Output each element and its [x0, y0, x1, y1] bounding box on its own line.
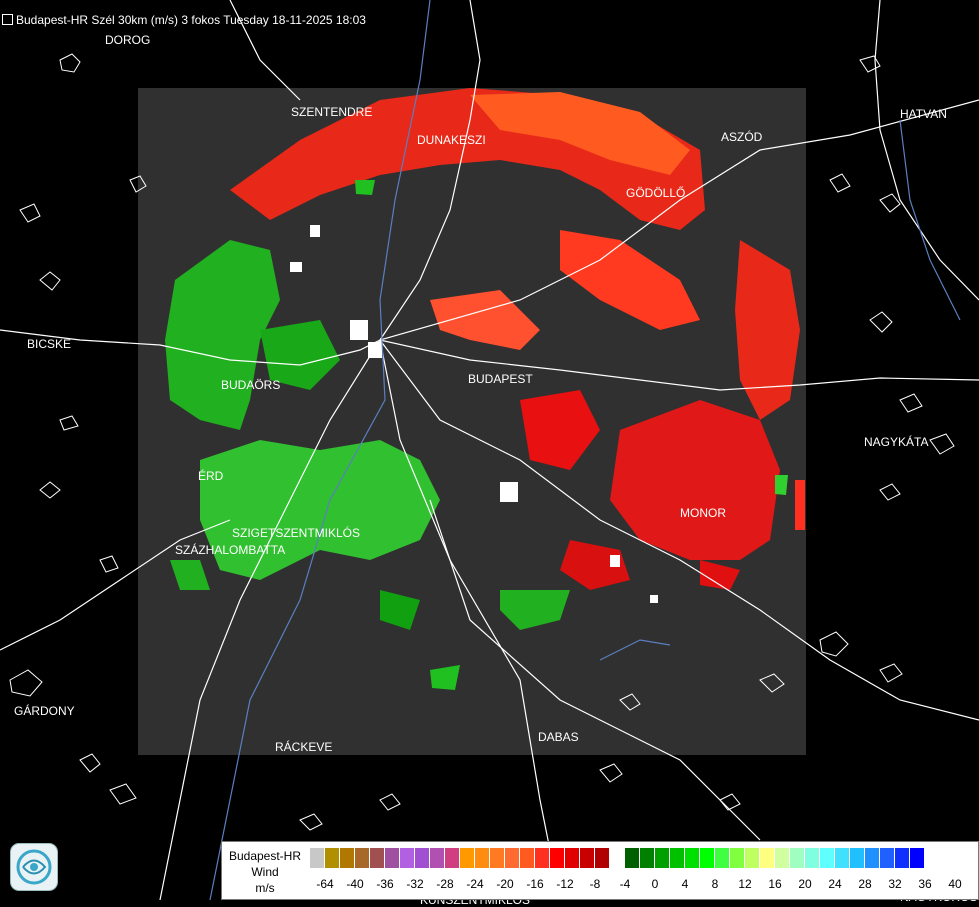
legend-swatch	[370, 848, 385, 868]
legend-tick-label: -4	[619, 877, 631, 891]
city-label: BUDAÖRS	[221, 378, 281, 392]
legend-swatch	[400, 848, 415, 868]
legend-swatch	[790, 848, 805, 868]
legend-tick-label: 4	[681, 877, 689, 891]
legend-ticks: -64 -40 -36 -32 -28 -24 -20 -16 -12 -8 -4 0 4 8 12 16 20…	[310, 877, 975, 891]
legend-tick-label: -28	[436, 877, 454, 891]
legend-swatch	[310, 848, 325, 868]
legend-swatch	[640, 848, 655, 868]
legend-tick-label: 12	[738, 877, 752, 891]
legend-swatch	[655, 848, 670, 868]
legend-swatch	[625, 848, 640, 868]
legend-swatch	[730, 848, 745, 868]
city-label: SZIGETSZENTMIKLÓS	[232, 526, 361, 540]
legend-swatch	[910, 848, 925, 868]
city-label: DABAS	[538, 730, 579, 744]
legend-tick-label: -20	[496, 877, 514, 891]
legend: Budapest-HR Wind m/s -64 -40 -36 -32 -28 -24-…	[221, 841, 979, 900]
legend-swatch	[715, 848, 730, 868]
city-label: SZENTENDRE	[291, 105, 373, 119]
legend-swatch	[475, 848, 490, 868]
legend-swatch	[880, 848, 895, 868]
city-label: BUDAPEST	[468, 372, 533, 386]
legend-tick-label: -32	[406, 877, 424, 891]
legend-tick-label: -64	[316, 877, 334, 891]
legend-swatch	[775, 848, 790, 868]
legend-swatch	[805, 848, 820, 868]
legend-tick-label: -36	[376, 877, 394, 891]
legend-tick-label: 0	[651, 877, 659, 891]
legend-tick-label: -40	[346, 877, 364, 891]
city-label: NAGYKÁTA	[864, 435, 929, 449]
legend-swatch	[850, 848, 865, 868]
legend-tick-label: -8	[589, 877, 601, 891]
legend-tick-label: -24	[466, 877, 484, 891]
legend-color-scale	[310, 848, 925, 868]
legend-swatch	[565, 848, 580, 868]
city-label: MONOR	[680, 506, 726, 520]
legend-tick-label: 8	[711, 877, 719, 891]
city-label: ÉRD	[198, 469, 224, 483]
city-label: DOROG	[105, 33, 151, 47]
radar-map	[0, 0, 979, 900]
legend-swatch	[325, 848, 340, 868]
legend-swatch	[895, 848, 910, 868]
city-label: ASZÓD	[721, 130, 763, 144]
city-label: GÖDÖLLŐ	[626, 186, 686, 200]
legend-swatch	[745, 848, 760, 868]
legend-swatch	[835, 848, 850, 868]
city-label: DUNAKESZI	[417, 133, 486, 147]
legend-swatch	[535, 848, 550, 868]
city-label: GÁRDONY	[14, 704, 75, 718]
legend-swatch	[445, 848, 460, 868]
city-label: SZÁZHALOMBATTA	[175, 543, 286, 557]
legend-swatch	[820, 848, 835, 868]
legend-swatch	[490, 848, 505, 868]
map-title: Budapest-HR Szél 30km (m/s) 3 fokos Tues…	[2, 13, 366, 27]
legend-radar-name: Budapest-HR	[228, 849, 302, 863]
legend-swatch	[700, 848, 715, 868]
legend-tick-label: 40	[948, 877, 962, 891]
legend-swatch	[460, 848, 475, 868]
legend-swatch	[550, 848, 565, 868]
legend-swatch	[340, 848, 355, 868]
legend-tick-label: 16	[768, 877, 782, 891]
legend-unit: m/s	[255, 881, 275, 895]
legend-tick-label: -12	[556, 877, 574, 891]
legend-tick-label: 28	[858, 877, 872, 891]
legend-swatch	[385, 848, 400, 868]
logo-icon	[10, 843, 58, 891]
map-title-text: Budapest-HR Szél 30km (m/s) 3 fokos Tues…	[16, 13, 366, 27]
legend-swatch	[685, 848, 700, 868]
legend-swatch	[520, 848, 535, 868]
legend-tick-label: 24	[828, 877, 842, 891]
legend-swatch	[430, 848, 445, 868]
legend-swatch	[760, 848, 775, 868]
legend-swatch	[415, 848, 430, 868]
legend-tick-label: -16	[526, 877, 544, 891]
legend-tick-label: 36	[918, 877, 932, 891]
legend-swatch	[595, 848, 610, 868]
city-label: BICSKE	[27, 337, 72, 351]
legend-swatch	[505, 848, 520, 868]
city-label: RÁCKEVE	[275, 740, 333, 754]
city-label: HATVAN	[900, 107, 947, 121]
legend-swatch	[865, 848, 880, 868]
legend-swatch	[670, 848, 685, 868]
legend-swatch	[580, 848, 595, 868]
legend-swatch	[355, 848, 370, 868]
legend-tick-label: 32	[888, 877, 902, 891]
legend-tick-label: 20	[798, 877, 812, 891]
legend-swatch	[610, 848, 625, 868]
window-icon	[2, 14, 13, 25]
legend-quantity: Wind	[251, 865, 279, 879]
